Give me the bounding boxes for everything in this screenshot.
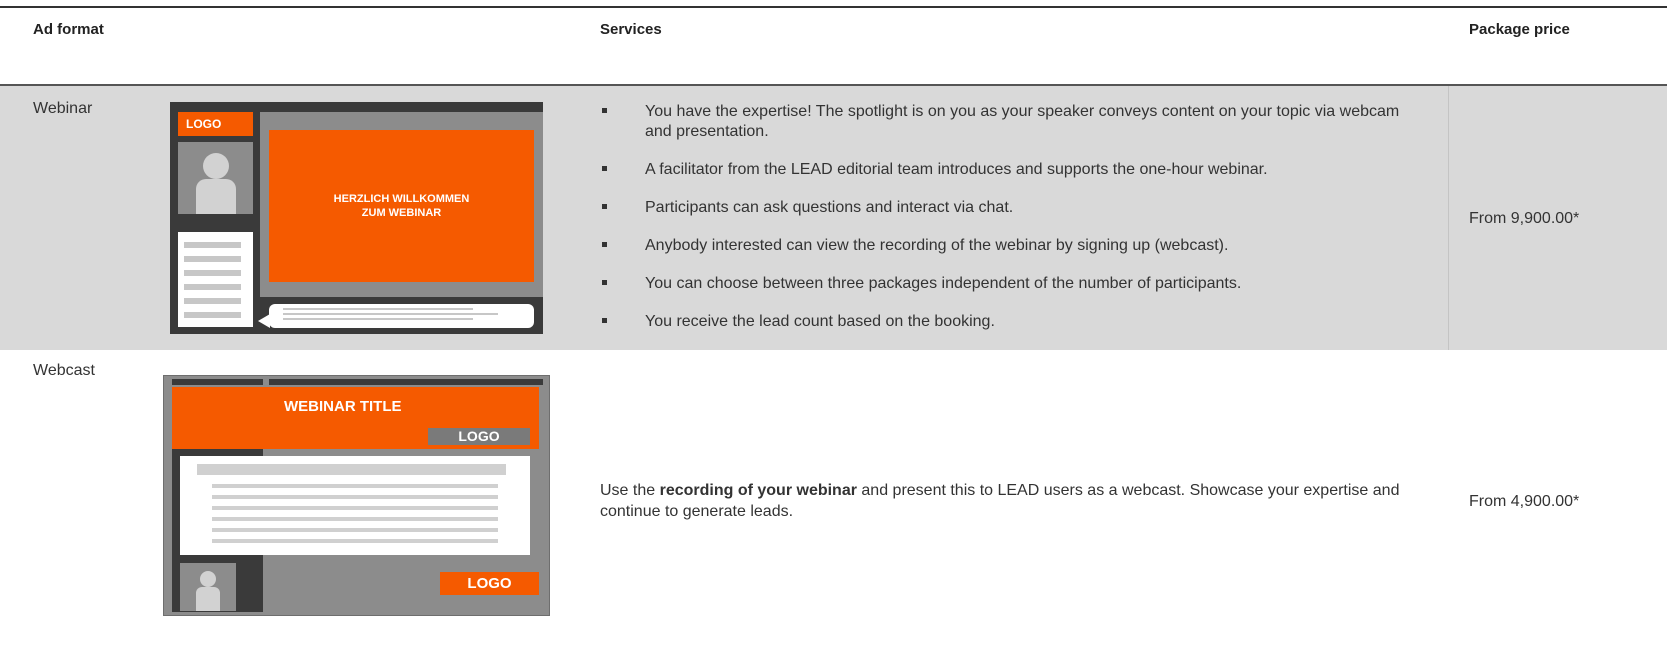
speaker-avatar-icon — [178, 142, 253, 214]
side-panel-line — [184, 298, 241, 304]
webinar-package-price: From 9,900.00* — [1469, 210, 1580, 227]
webinar-services-list: You have the expertise! The spotlight is… — [600, 102, 1430, 350]
list-item: A facilitator from the LEAD editorial te… — [600, 160, 1430, 180]
list-item: Participants can ask questions and inter… — [600, 198, 1430, 218]
welcome-slide-text: HERZLICH WILLKOMMEN ZUM WEBINAR — [333, 193, 470, 219]
presenter-thumbnail-icon — [180, 563, 236, 611]
list-item: Anybody interested can view the recordin… — [600, 236, 1430, 256]
side-panel-line — [184, 284, 241, 290]
content-heading-line — [197, 464, 506, 475]
content-line — [212, 495, 498, 499]
list-item: You can choose between three packages in… — [600, 274, 1430, 294]
side-panel-line — [184, 312, 241, 318]
ad-format-webcast: Webcast — [33, 362, 95, 379]
webcast-package-price: From 4,900.00* — [1469, 493, 1580, 510]
content-line — [212, 484, 498, 488]
thumbnail-body — [196, 587, 220, 611]
webcast-logo-bottom: LOGO — [440, 572, 539, 595]
column-header-services: Services — [600, 21, 662, 38]
column-header-package-price: Package price — [1469, 21, 1570, 38]
content-line — [212, 506, 498, 510]
webcast-content-panel — [180, 456, 530, 555]
thumbnail-head — [200, 571, 216, 587]
webcast-title-text: WEBINAR TITLE — [284, 398, 402, 415]
table-top-rule — [0, 6, 1667, 8]
content-line — [212, 528, 498, 532]
webinar-illustration: LOGO HERZLICH WILLKOMMEN ZUM WEBINAR — [170, 102, 543, 334]
price-column-divider — [1448, 86, 1449, 350]
content-line — [212, 539, 498, 543]
frame-top-bar — [172, 379, 263, 385]
webcast-illustration: WEBINAR TITLE LOGO LOGO — [163, 375, 550, 616]
side-panel-line — [184, 256, 241, 262]
description-bold-phrase: recording of your webinar — [659, 482, 857, 499]
side-panel-line — [184, 270, 241, 276]
webcast-logo-top: LOGO — [428, 428, 530, 445]
frame-top-bar — [269, 379, 543, 385]
content-line — [212, 517, 498, 521]
webcast-description: Use the recording of your webinar and pr… — [600, 480, 1440, 522]
avatar-head — [203, 153, 229, 179]
description-text-start: Use the — [600, 482, 660, 499]
column-header-ad-format: Ad format — [33, 21, 104, 38]
ad-format-webinar: Webinar — [33, 100, 93, 117]
avatar-body — [196, 179, 236, 214]
chat-line — [283, 308, 473, 310]
chat-input-bubble — [269, 304, 534, 328]
webinar-logo-tag: LOGO — [178, 112, 253, 136]
chat-side-panel — [178, 232, 253, 327]
list-item: You have the expertise! The spotlight is… — [600, 102, 1430, 142]
chat-line — [283, 313, 498, 315]
side-panel-line — [184, 242, 241, 248]
chat-line — [283, 318, 473, 320]
list-item: You receive the lead count based on the … — [600, 312, 1430, 332]
welcome-slide: HERZLICH WILLKOMMEN ZUM WEBINAR — [269, 130, 534, 282]
